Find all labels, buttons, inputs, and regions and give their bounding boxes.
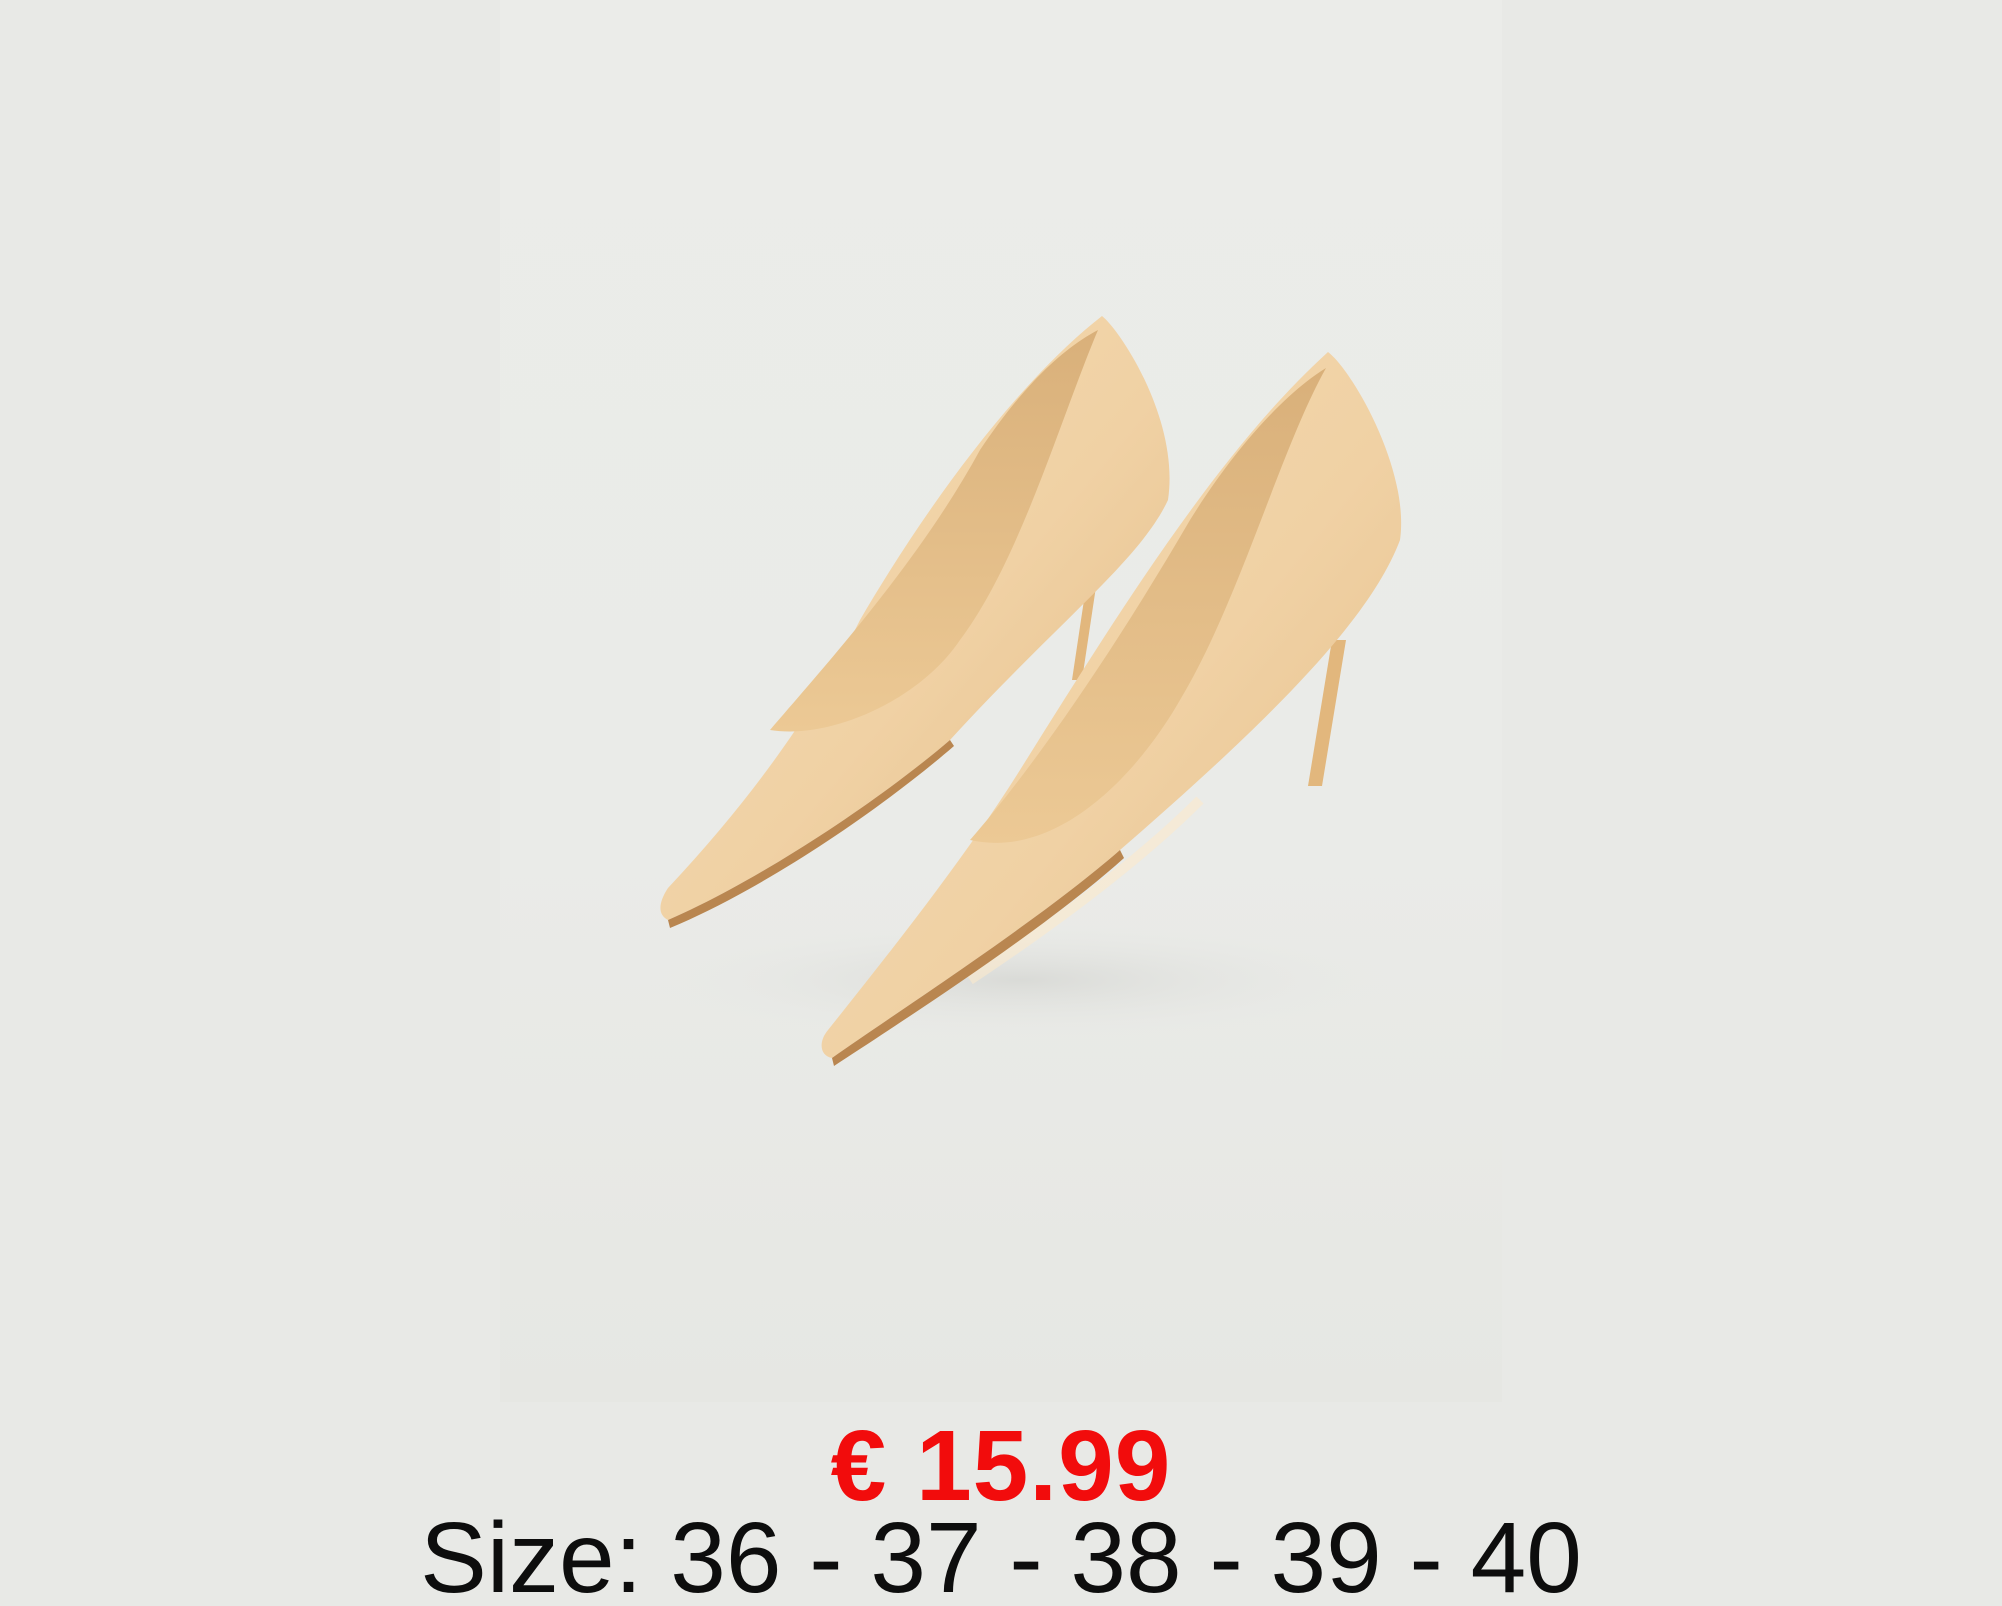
product-image[interactable] (500, 0, 1502, 1402)
size-list: Size: 36 - 37 - 38 - 39 - 40 (420, 1502, 1582, 1606)
pumps-illustration (640, 316, 1402, 1066)
product-card: € 15.99 Size: 36 - 37 - 38 - 39 - 40 (0, 0, 2002, 1606)
